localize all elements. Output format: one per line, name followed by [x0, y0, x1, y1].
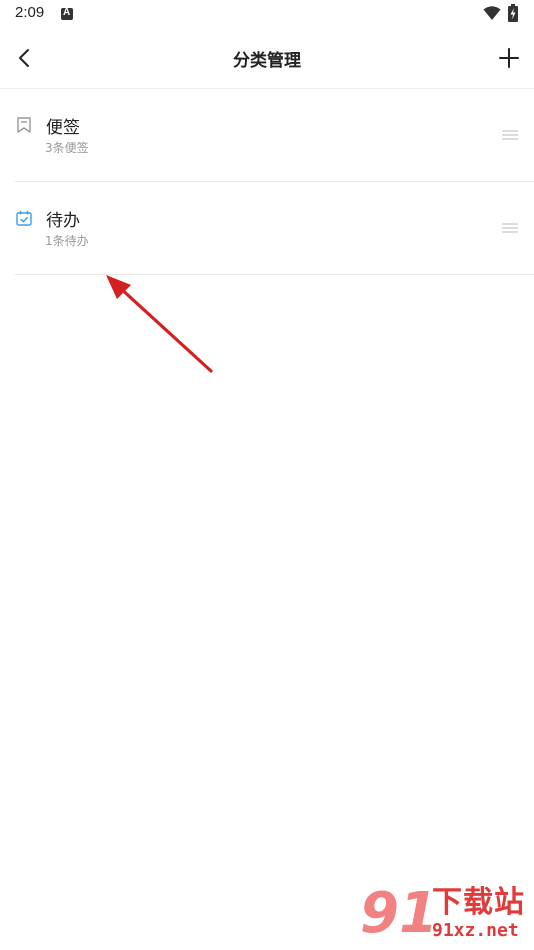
category-list: 便签 3条便签 待办 1条待办	[0, 89, 534, 275]
category-count: 1条待办	[45, 234, 89, 248]
a-letter-icon	[61, 7, 73, 20]
drag-handle-icon[interactable]	[501, 222, 519, 234]
header: 分类管理	[0, 28, 534, 89]
status-bar: 2:09	[0, 0, 534, 28]
annotation-arrow	[106, 275, 213, 373]
bookmark-icon	[17, 117, 31, 133]
watermark-number: 91	[360, 881, 438, 946]
status-time: 2:09	[15, 4, 45, 21]
plus-icon[interactable]	[496, 45, 522, 71]
drag-handle-icon[interactable]	[501, 129, 519, 141]
page-title: 分类管理	[233, 51, 301, 71]
screen: 2:09 分类管理 便签 3条便签	[0, 0, 534, 950]
watermark-logo: 91 下载站 91xz.net	[360, 884, 530, 946]
category-name: 待办	[46, 211, 80, 231]
wifi-icon	[483, 6, 501, 20]
watermark-site: 91xz.net	[432, 920, 519, 941]
category-item-todo[interactable]: 待办 1条待办	[15, 182, 534, 275]
battery-charging-icon	[508, 4, 518, 22]
calendar-check-icon	[16, 211, 32, 226]
category-name: 便签	[46, 118, 80, 138]
category-count: 3条便签	[45, 141, 89, 155]
watermark-title: 下载站	[432, 885, 525, 920]
category-item-notes[interactable]: 便签 3条便签	[15, 89, 534, 182]
